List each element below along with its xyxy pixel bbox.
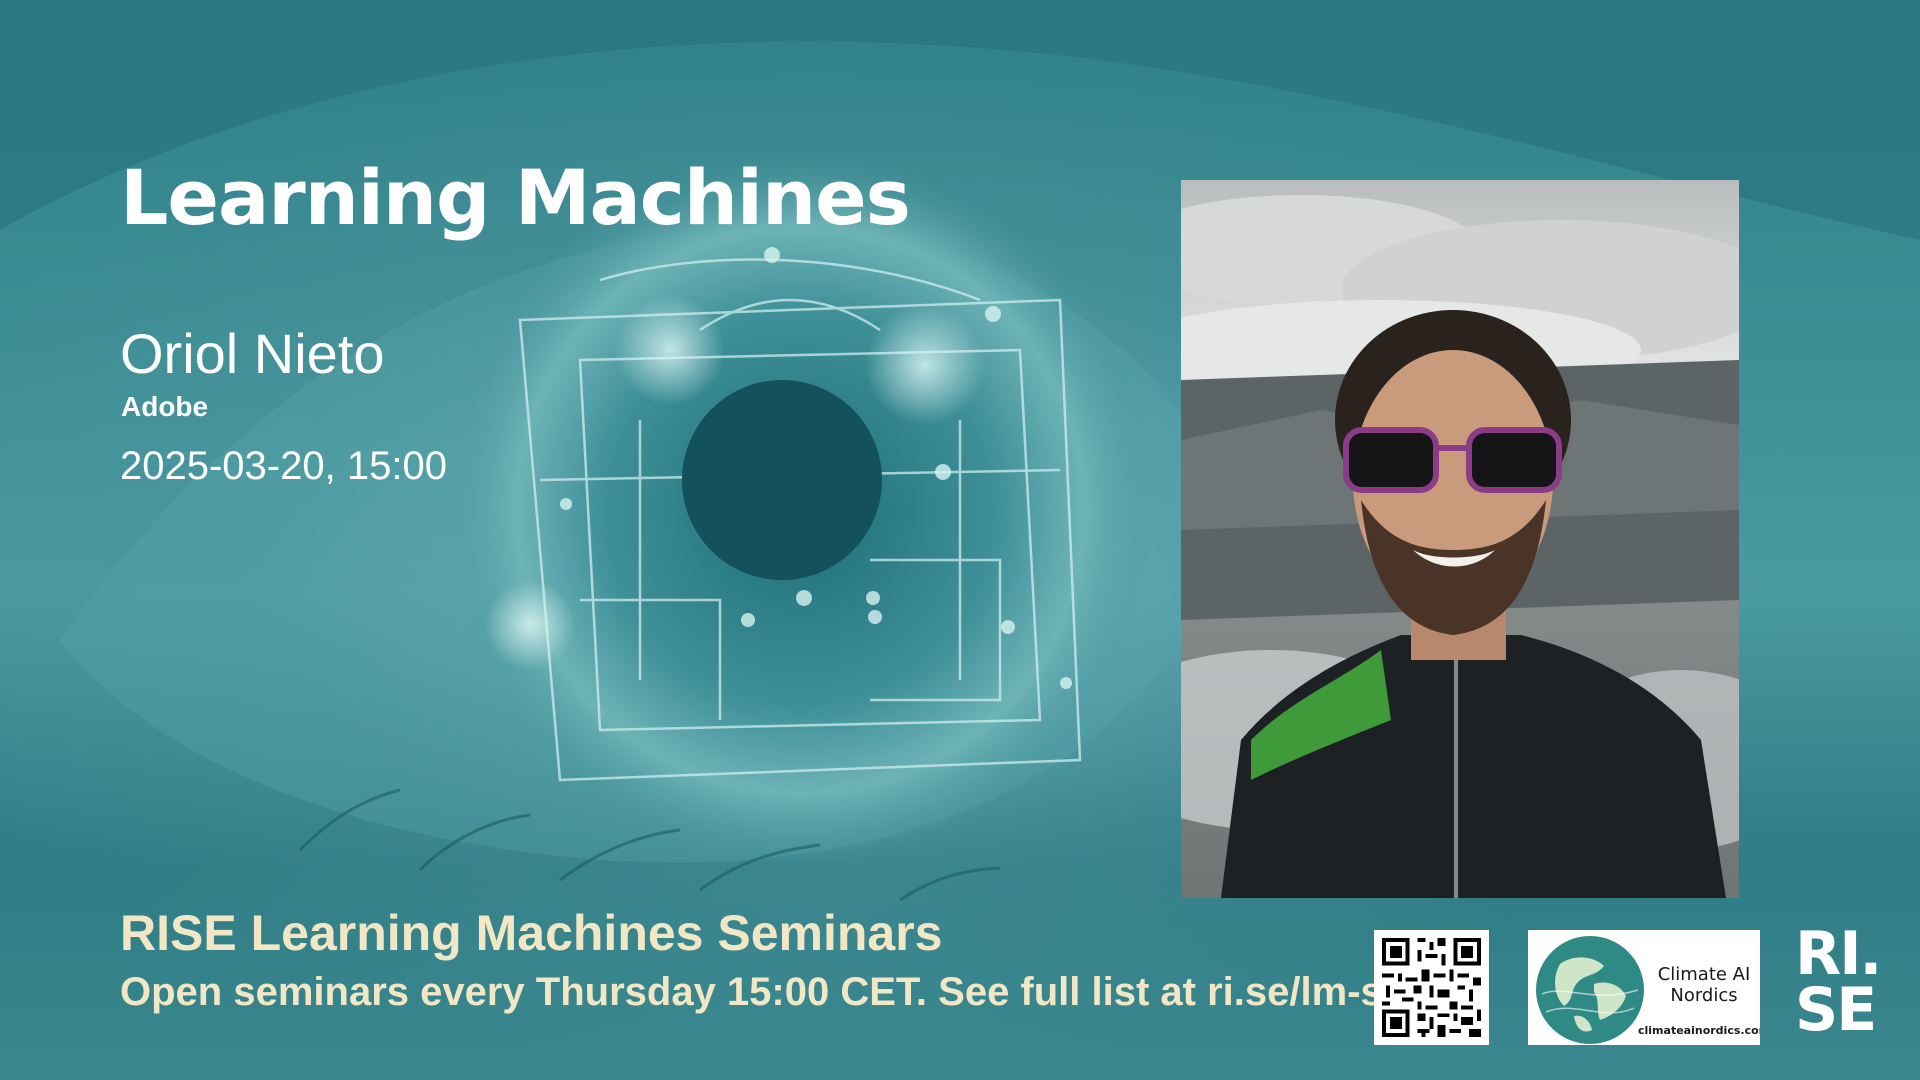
seminar-series-title: RISE Learning Machines Seminars: [120, 905, 943, 961]
climate-logo-line1: Climate AI: [1657, 964, 1751, 985]
seminar-datetime: 2025-03-20, 15:00: [120, 444, 447, 488]
climate-logo-name: Climate AI Nordics: [1652, 964, 1756, 1006]
rise-logo-line2: SE: [1795, 975, 1877, 1045]
speaker-name: Oriol Nieto: [120, 322, 385, 385]
climate-logo-line2: Nordics: [1670, 985, 1738, 1006]
speaker-photo: [1181, 180, 1739, 898]
speaker-affiliation: Adobe: [121, 391, 209, 422]
climate-ai-nordics-logo[interactable]: Climate AI Nordics climateainordics.com: [1528, 930, 1760, 1045]
series-title: Learning Machines: [120, 153, 911, 242]
qr-code-icon[interactable]: [1374, 930, 1489, 1045]
seminar-series-subtitle: Open seminars every Thursday 15:00 CET. …: [120, 970, 1441, 1014]
climate-logo-url[interactable]: climateainordics.com: [1638, 1024, 1760, 1037]
globe-icon: [1536, 936, 1644, 1044]
rise-logo[interactable]: RI. SE: [1795, 919, 1895, 1045]
rise-logo-line1: RI.: [1795, 919, 1882, 989]
